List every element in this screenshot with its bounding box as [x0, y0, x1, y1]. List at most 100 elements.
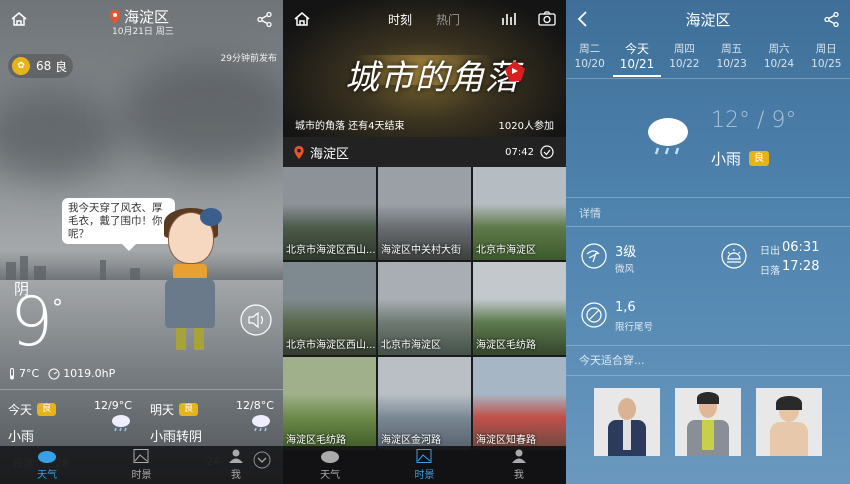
photo-tile[interactable]: 北京市海淀区西山... — [283, 262, 376, 355]
banner-subtitle: 城市的角落 还有4天结束 — [295, 121, 405, 132]
bottom-tab-bar: 天气 时景 我 — [283, 446, 566, 484]
cloud-icon — [38, 451, 57, 463]
photo-caption: 海淀区知春路 — [476, 435, 536, 446]
outfit-image-child[interactable] — [756, 388, 822, 456]
outfit-image-man[interactable] — [594, 388, 660, 456]
day-tab[interactable]: 周六 10/24 — [755, 42, 802, 77]
wind-level: 3级 — [615, 245, 637, 260]
home-icon[interactable] — [10, 11, 28, 27]
photo-tile[interactable]: 北京市海淀区 — [473, 167, 566, 260]
brand-logo-icon — [505, 61, 525, 81]
degree-symbol: ° — [52, 296, 63, 321]
home-icon[interactable] — [293, 11, 311, 27]
cloud-icon — [321, 451, 340, 463]
publish-time: 29分钟前发布 — [220, 54, 277, 64]
city-title: 海淀区 — [685, 11, 731, 29]
current-temperature: 9 — [10, 283, 54, 362]
tab-scenes[interactable]: 时景 — [377, 446, 471, 484]
bottom-tab-bar: 天气 时景 我 — [0, 446, 283, 484]
wind-icon — [581, 243, 607, 269]
camera-icon[interactable] — [538, 11, 556, 26]
date-label: 10月21日 周三 — [112, 27, 174, 37]
cloud-shape — [120, 60, 283, 170]
aqi-level: 良 — [55, 59, 68, 74]
banner-participants: 1020人参加 — [498, 121, 554, 132]
photo-caption: 海淀区毛纺路 — [476, 340, 536, 351]
speech-bubble: 我今天穿了风衣、厚毛衣，戴了围巾！你呢？ — [62, 198, 175, 251]
leaf-icon: ✿ — [12, 57, 30, 75]
day-tab[interactable]: 周日 10/25 — [803, 42, 850, 77]
scenes-panel: 时刻 热门 城市的角落 城市的角落 还有4天结束 1020人参加 海淀区 07:… — [283, 0, 566, 484]
feels-like-value: 7°C — [19, 367, 40, 380]
feels-like: 7°C 1019.0hP — [8, 367, 115, 380]
forecast-aqi-badge: 良 — [37, 403, 57, 416]
photo-tile[interactable]: 海淀区知春路 — [473, 357, 566, 450]
day-tab[interactable]: 周四 10/22 — [661, 42, 708, 77]
rain-cloud-icon — [648, 118, 688, 155]
tab-popular[interactable]: 热门 — [436, 11, 460, 28]
forecast-range: 12/8°C — [236, 399, 274, 412]
tab-me[interactable]: 我 — [472, 446, 566, 484]
share-icon[interactable] — [257, 12, 272, 27]
photo-tile[interactable]: 海淀区毛纺路 — [283, 357, 376, 450]
tab-scenes[interactable]: 时景 — [94, 446, 188, 484]
photo-caption: 北京市海淀区西山... — [286, 245, 376, 256]
day-tab[interactable]: 周二 10/20 — [566, 42, 613, 77]
photo-tile[interactable]: 北京市海淀区西山... — [283, 167, 376, 260]
user-icon — [511, 449, 526, 463]
photo-tile[interactable]: 海淀区中关村大街 — [378, 167, 471, 260]
no-entry-icon — [581, 302, 607, 328]
tab-moments[interactable]: 时刻 — [388, 11, 412, 28]
weather-label: 小雨 — [711, 150, 742, 168]
pressure-value: 1019.0hP — [63, 367, 116, 380]
photo-caption: 海淀区毛纺路 — [286, 435, 346, 446]
day-selector: 周二 10/20 今天 10/21 周四 10/22 周五 10/23 周六 10/24 … — [566, 42, 850, 77]
picture-icon — [416, 449, 432, 463]
photo-caption: 北京市海淀区 — [476, 245, 536, 256]
temp-range: 12° / 9° — [711, 108, 797, 133]
photo-caption: 海淀区中关村大街 — [381, 245, 461, 256]
tab-weather[interactable]: 天气 — [283, 446, 377, 484]
chevron-down-icon[interactable] — [253, 451, 271, 469]
check-circle-icon[interactable] — [540, 145, 554, 159]
details-header: 详情 — [579, 207, 601, 220]
photo-caption: 北京市海淀区西山... — [286, 340, 376, 351]
photo-tile[interactable]: 海淀区毛纺路 — [473, 262, 566, 355]
forecast-aqi-badge: 良 — [179, 403, 199, 416]
photo-tile[interactable]: 海淀区金河路 — [378, 357, 471, 450]
picture-icon — [133, 449, 149, 463]
share-icon[interactable] — [824, 12, 839, 27]
current-time: 07:42 — [505, 146, 534, 158]
sunset-time: 17:28 — [782, 259, 820, 274]
location-pin-icon — [110, 9, 120, 24]
sunrise-label: 日出 — [760, 246, 780, 257]
forecast-today[interactable]: 今天 良 12/9°C 小雨 — [8, 399, 138, 445]
bar-chart-icon[interactable] — [502, 12, 518, 26]
sunset-label: 日落 — [760, 266, 780, 277]
photo-caption: 海淀区金河路 — [381, 435, 441, 446]
speaker-icon[interactable] — [240, 304, 272, 336]
aqi-badge[interactable]: ✿ 68 良 — [8, 54, 73, 78]
sun-icon — [721, 243, 747, 269]
location-pin-icon — [294, 145, 304, 159]
restriction-label: 限行尾号 — [615, 322, 654, 333]
outfit-image-woman[interactable] — [675, 388, 741, 456]
rain-cloud-icon — [252, 415, 270, 432]
wind-desc: 微风 — [615, 264, 635, 275]
photo-tile[interactable]: 北京市海淀区 — [378, 262, 471, 355]
tab-weather[interactable]: 天气 — [0, 446, 94, 484]
weather-panel: 海淀区 10月21日 周三 ✿ 68 良 29分钟前发布 我今天穿了风衣、厚毛衣… — [0, 0, 283, 484]
city-skyline — [0, 250, 283, 280]
day-tab[interactable]: 周五 10/23 — [708, 42, 755, 77]
photo-caption: 北京市海淀区 — [381, 340, 441, 351]
aqi-value: 68 — [36, 59, 52, 73]
day-tab-today[interactable]: 今天 10/21 — [613, 42, 661, 77]
restriction-numbers: 1,6 — [615, 300, 636, 315]
sunrise-time: 06:31 — [782, 240, 820, 255]
forecast-day-label: 今天 — [8, 403, 33, 417]
outfit-header: 今天适合穿... — [579, 354, 645, 367]
thermometer-icon — [10, 367, 14, 379]
forecast-tomorrow[interactable]: 明天 良 12/8°C 小雨转阴 — [150, 399, 276, 445]
location-bar[interactable]: 海淀区 07:42 — [283, 137, 566, 167]
user-icon — [228, 449, 243, 463]
